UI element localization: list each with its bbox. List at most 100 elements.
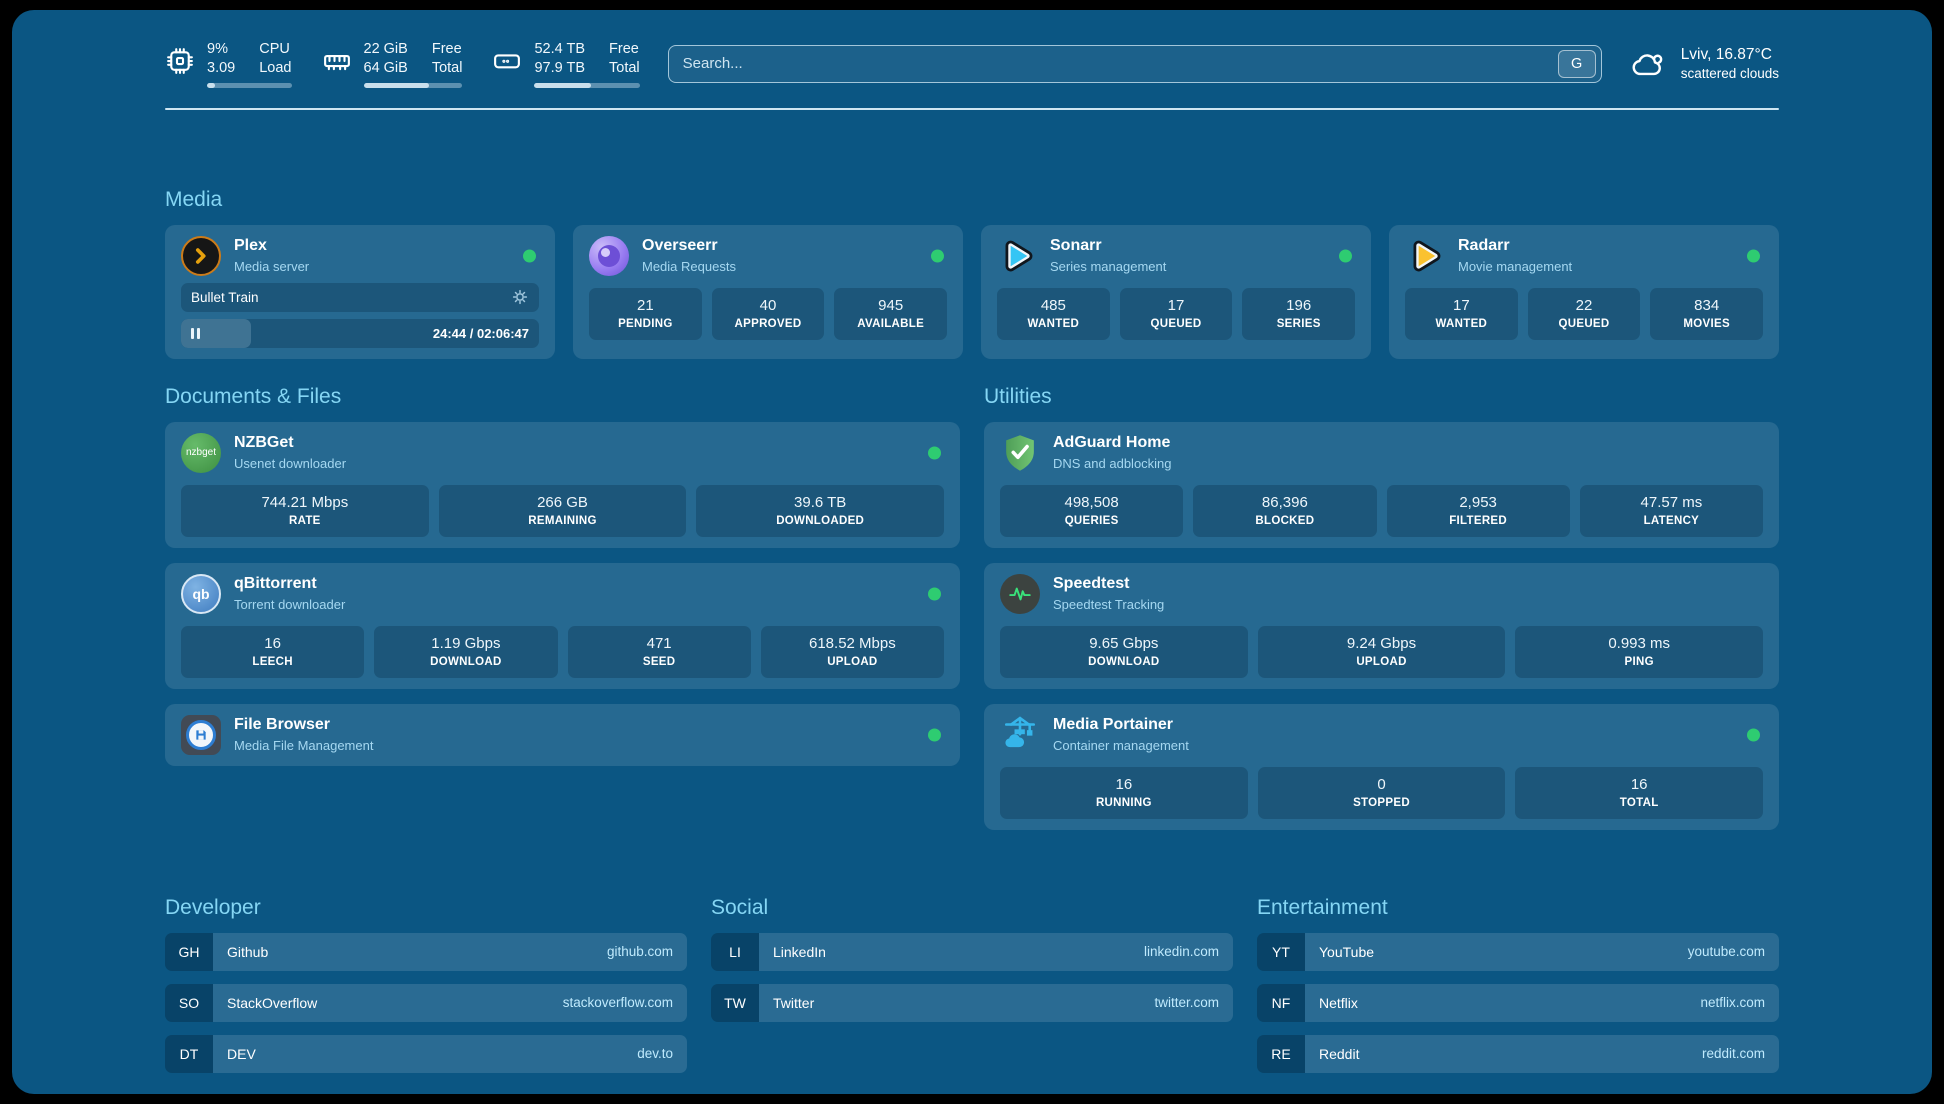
bookmark-dev[interactable]: DT DEVdev.to <box>165 1035 687 1073</box>
stat-upload: 9.24 GbpsUPLOAD <box>1258 626 1506 678</box>
bookmark-abbr: RE <box>1257 1035 1305 1073</box>
bookmark-name: DEV <box>227 1046 256 1062</box>
app-name: Speedtest <box>1053 575 1164 593</box>
app-name: Sonarr <box>1050 237 1166 255</box>
dashboard: 9% 3.09 CPU Load <box>12 10 1932 1094</box>
ram-icon <box>322 46 352 76</box>
app-name: AdGuard Home <box>1053 434 1172 452</box>
memory-free-label: Free <box>432 40 463 59</box>
section-title-documents: Documents & Files <box>165 385 960 409</box>
app-link-qbittorrent[interactable]: qb qBittorrent Torrent downloader <box>181 574 944 614</box>
plex-icon <box>181 236 221 276</box>
bookmark-abbr: YT <box>1257 933 1305 971</box>
disk-icon <box>492 46 522 76</box>
bookmark-url: github.com <box>607 944 673 959</box>
stat-downloaded: 39.6 TBDOWNLOADED <box>696 485 944 537</box>
stat-total: 16TOTAL <box>1515 767 1763 819</box>
bookmark-abbr: LI <box>711 933 759 971</box>
cpu-stat: 9% 3.09 CPU Load <box>165 40 292 88</box>
header-divider <box>165 108 1779 110</box>
app-name: Overseerr <box>642 237 736 255</box>
cpu-progress-bar <box>207 83 292 88</box>
memory-free-value: 22 GiB <box>364 40 408 59</box>
cpu-label: CPU <box>259 40 291 59</box>
section-utilities: Utilities AdGuard Home <box>984 385 1779 830</box>
app-link-filebrowser[interactable]: File Browser Media File Management <box>181 715 944 755</box>
app-name: qBittorrent <box>234 575 345 593</box>
bookmark-name: Twitter <box>773 995 814 1011</box>
app-name: Radarr <box>1458 237 1572 255</box>
pause-icon[interactable] <box>191 328 200 339</box>
stat-approved: 40APPROVED <box>712 288 825 340</box>
app-name: Plex <box>234 237 309 255</box>
disk-progress-bar <box>534 83 639 88</box>
stat-queries: 498,508QUERIES <box>1000 485 1183 537</box>
bookmark-github[interactable]: GH Github github.com <box>165 933 687 971</box>
sonarr-icon <box>997 236 1037 276</box>
section-title-utilities: Utilities <box>984 385 1779 409</box>
bookmark-url: dev.to <box>637 1046 673 1061</box>
status-dot-online <box>1339 249 1352 262</box>
app-link-radarr[interactable]: Radarr Movie management <box>1405 236 1763 276</box>
search-engine-button[interactable]: G <box>1558 50 1596 78</box>
stat-upload: 618.52 MbpsUPLOAD <box>761 626 944 678</box>
bookmark-group-social: Social LI LinkedInlinkedin.com TW Twitte… <box>711 896 1233 1073</box>
now-playing-row: Bullet Train <box>181 283 539 312</box>
bookmark-twitter[interactable]: TW Twittertwitter.com <box>711 984 1233 1022</box>
status-dot-online <box>928 728 941 741</box>
app-desc: Movie management <box>1458 259 1572 274</box>
app-desc: Torrent downloader <box>234 597 345 612</box>
app-card-adguard: AdGuard Home DNS and adblocking 498,508Q… <box>984 422 1779 548</box>
app-link-overseerr[interactable]: Overseerr Media Requests <box>589 236 947 276</box>
app-card-qbittorrent: qb qBittorrent Torrent downloader 16LEEC… <box>165 563 960 689</box>
section-title-media: Media <box>165 188 1779 212</box>
section-title-social: Social <box>711 896 1233 920</box>
app-name: File Browser <box>234 716 373 734</box>
app-link-sonarr[interactable]: Sonarr Series management <box>997 236 1355 276</box>
bookmark-group-developer: Developer GH Githubgithub.com SO StackOv… <box>165 896 687 1073</box>
app-name: NZBGet <box>234 434 346 452</box>
bookmark-linkedin[interactable]: LI LinkedInlinkedin.com <box>711 933 1233 971</box>
app-desc: Usenet downloader <box>234 456 346 471</box>
app-desc: Series management <box>1050 259 1166 274</box>
stat-download: 1.19 GbpsDOWNLOAD <box>374 626 557 678</box>
bookmark-stackoverflow[interactable]: SO StackOverflowstackoverflow.com <box>165 984 687 1022</box>
app-link-adguard[interactable]: AdGuard Home DNS and adblocking <box>1000 433 1763 473</box>
header: 9% 3.09 CPU Load <box>165 40 1779 88</box>
status-dot-online <box>1747 728 1760 741</box>
stat-available: 945AVAILABLE <box>834 288 947 340</box>
memory-total-value: 64 GiB <box>364 59 408 78</box>
bookmark-url: netflix.com <box>1700 995 1765 1010</box>
bookmark-reddit[interactable]: RE Redditreddit.com <box>1257 1035 1779 1073</box>
disk-total-value: 97.9 TB <box>534 59 585 78</box>
weather-location: Lviv, 16.87°C <box>1681 46 1779 64</box>
bookmark-url: twitter.com <box>1154 995 1219 1010</box>
bookmark-abbr: NF <box>1257 984 1305 1022</box>
radarr-icon <box>1405 236 1445 276</box>
stat-wanted: 17WANTED <box>1405 288 1518 340</box>
gear-icon[interactable] <box>511 288 529 306</box>
weather-widget: Lviv, 16.87°C scattered clouds <box>1630 46 1779 81</box>
stat-series: 196SERIES <box>1242 288 1355 340</box>
bookmark-abbr: SO <box>165 984 213 1022</box>
portainer-icon <box>1000 715 1040 755</box>
status-dot-online <box>523 249 536 262</box>
now-playing-title: Bullet Train <box>191 290 259 305</box>
bookmark-abbr: GH <box>165 933 213 971</box>
search-input[interactable] <box>669 55 1558 72</box>
app-desc: Speedtest Tracking <box>1053 597 1164 612</box>
cpu-load-label: Load <box>259 59 291 78</box>
app-card-nzbget: nzbget NZBGet Usenet downloader 744.21 M… <box>165 422 960 548</box>
app-link-speedtest[interactable]: Speedtest Speedtest Tracking <box>1000 574 1763 614</box>
app-link-portainer[interactable]: Media Portainer Container management <box>1000 715 1763 755</box>
app-link-nzbget[interactable]: nzbget NZBGet Usenet downloader <box>181 433 944 473</box>
bookmark-netflix[interactable]: NF Netflixnetflix.com <box>1257 984 1779 1022</box>
status-dot-online <box>1747 249 1760 262</box>
status-dot-online <box>931 249 944 262</box>
bookmark-name: Github <box>227 944 268 960</box>
app-card-overseerr: Overseerr Media Requests 21PENDING 40APP… <box>573 225 963 359</box>
bookmark-youtube[interactable]: YT YouTubeyoutube.com <box>1257 933 1779 971</box>
cloud-icon <box>1630 47 1668 81</box>
app-name: Media Portainer <box>1053 716 1189 734</box>
app-link-plex[interactable]: Plex Media server <box>181 236 539 276</box>
